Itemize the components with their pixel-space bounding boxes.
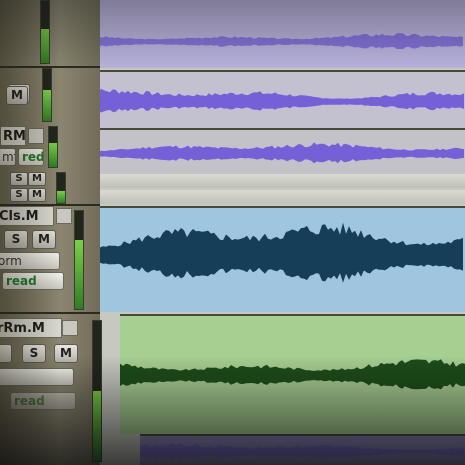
waveform (100, 33, 463, 50)
track-name-dropdown-icon[interactable] (56, 208, 72, 224)
waveform-shape (120, 359, 465, 390)
audio-region-purple-1[interactable] (80, 70, 465, 128)
automation-mode-selector[interactable] (0, 368, 74, 386)
track-header-column: S M M RM mt red S M S M Cls.M S (0, 0, 102, 465)
track-header: rRm.M S M read (0, 314, 102, 465)
level-meter (40, 0, 50, 64)
track-name[interactable]: RM (0, 126, 26, 146)
track-header: S M S M (0, 170, 90, 206)
audio-region-purple-top[interactable] (100, 0, 465, 68)
automation-state-selector[interactable]: read (10, 392, 76, 410)
waveform (86, 142, 464, 164)
automation-state-selector[interactable]: red (18, 148, 44, 166)
solo-button[interactable]: S (22, 344, 46, 363)
record-button[interactable] (0, 344, 12, 363)
empty-track-lane[interactable] (100, 174, 465, 188)
track-name[interactable]: rRm.M (0, 318, 62, 338)
level-meter (48, 126, 58, 168)
solo-button[interactable]: S (10, 172, 28, 186)
solo-button[interactable]: S (10, 188, 28, 202)
track-name[interactable]: Cls.M (0, 206, 54, 226)
waveform-shape (100, 222, 463, 283)
automation-state-selector[interactable]: read (2, 272, 64, 290)
audio-region-green[interactable] (120, 314, 465, 434)
audio-region-blue[interactable] (100, 206, 465, 312)
waveform-shape (100, 33, 463, 50)
mute-button[interactable]: M (54, 344, 78, 363)
waveform (120, 359, 465, 390)
edit-timeline[interactable] (80, 0, 465, 465)
waveform-shape (80, 88, 464, 113)
solo-button[interactable]: S (4, 230, 28, 249)
mute-button[interactable]: M (28, 188, 46, 202)
waveform (100, 222, 463, 283)
track-header: M RM mt red (0, 68, 90, 168)
mute-button[interactable]: M (32, 230, 56, 249)
mute-button[interactable]: M (6, 86, 28, 105)
track-name-dropdown-icon[interactable] (28, 128, 44, 144)
audio-region-purple-2[interactable] (86, 128, 465, 174)
audio-region-purple-bottom[interactable] (140, 434, 465, 465)
track-name-dropdown-icon[interactable] (62, 320, 78, 336)
empty-track-lane[interactable] (100, 190, 465, 204)
track-header: S M (0, 0, 90, 103)
automation-mode-selector[interactable]: mt (0, 148, 16, 166)
level-meter (56, 172, 66, 204)
automation-mode-selector[interactable]: orm (0, 252, 60, 270)
mute-button[interactable]: M (28, 172, 46, 186)
track-header: Cls.M S M orm read (0, 206, 90, 312)
level-meter (92, 320, 102, 462)
pro-tools-edit-window: S M M RM mt red S M S M Cls.M S (0, 0, 465, 465)
level-meter (74, 210, 84, 310)
waveform-shape (140, 443, 464, 459)
waveform-shape (86, 142, 464, 164)
waveform (80, 88, 464, 113)
level-meter (42, 68, 52, 122)
waveform (140, 443, 464, 459)
